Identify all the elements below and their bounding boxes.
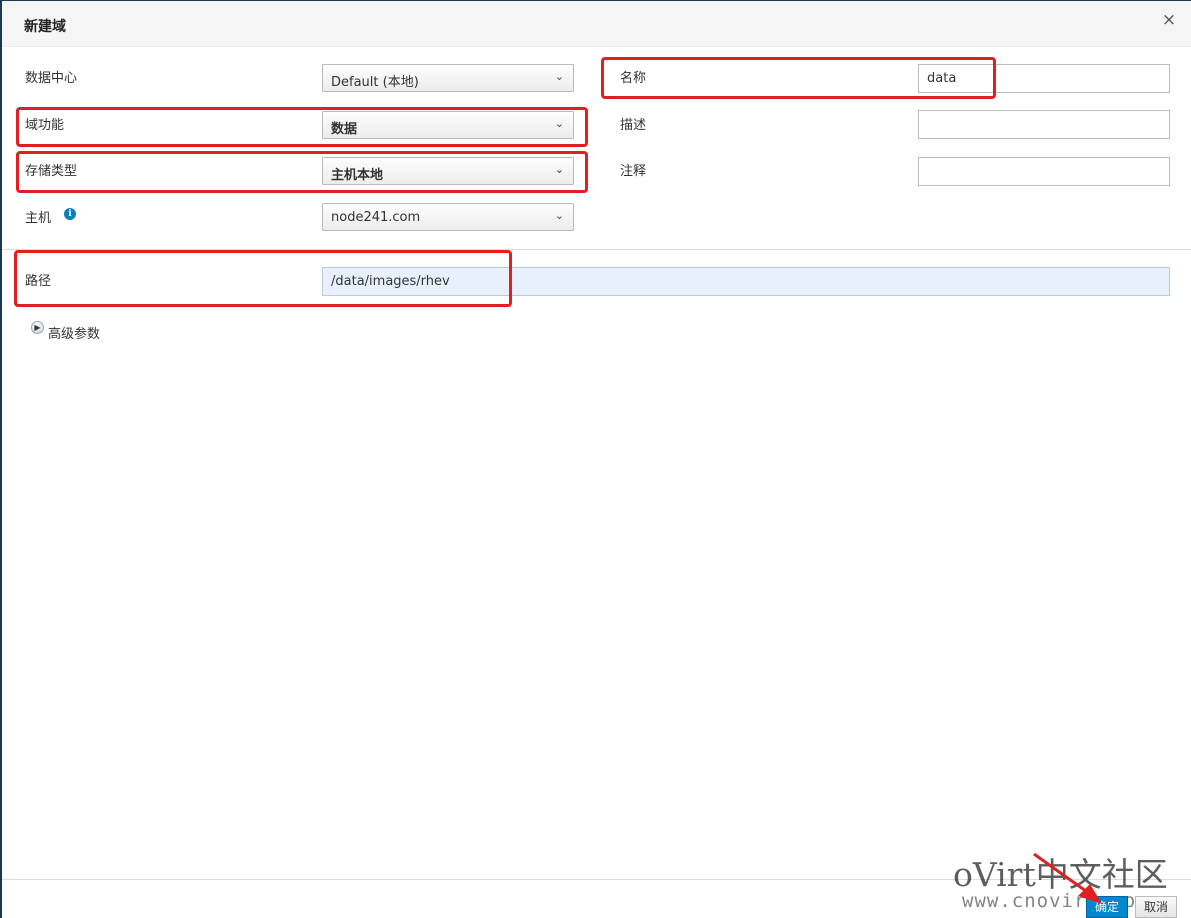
host-select[interactable]: node241.com ⌄ — [322, 203, 574, 231]
host-label: 主机 — [25, 211, 52, 226]
host-value: node241.com — [331, 210, 421, 225]
comment-input[interactable] — [918, 157, 1170, 186]
highlight-storage-type — [16, 151, 588, 193]
chevron-down-icon: ⌄ — [554, 70, 564, 83]
highlight-domain-function — [16, 107, 588, 147]
description-input[interactable] — [918, 110, 1170, 139]
data-center-value: Default (本地) — [331, 75, 419, 90]
annotation-arrow-icon — [1033, 852, 1102, 904]
highlight-name — [601, 57, 996, 99]
data-center-select[interactable]: Default (本地) ⌄ — [322, 64, 574, 92]
comment-label: 注释 — [620, 164, 647, 179]
dialog-title: 新建域 — [24, 19, 66, 35]
info-icon[interactable]: i — [64, 208, 76, 220]
description-label: 描述 — [620, 118, 647, 133]
highlight-path — [14, 250, 512, 307]
data-center-label: 数据中心 — [25, 71, 78, 86]
expand-arrow-icon[interactable]: ▶ — [31, 321, 44, 334]
window-left-edge — [0, 0, 2, 918]
cancel-button[interactable]: 取消 — [1135, 896, 1177, 918]
advanced-params-toggle[interactable]: 高级参数 — [48, 323, 100, 342]
chevron-down-icon: ⌄ — [554, 209, 564, 222]
dialog-header: 新建域 × — [2, 1, 1191, 47]
close-icon[interactable]: × — [1160, 10, 1178, 30]
